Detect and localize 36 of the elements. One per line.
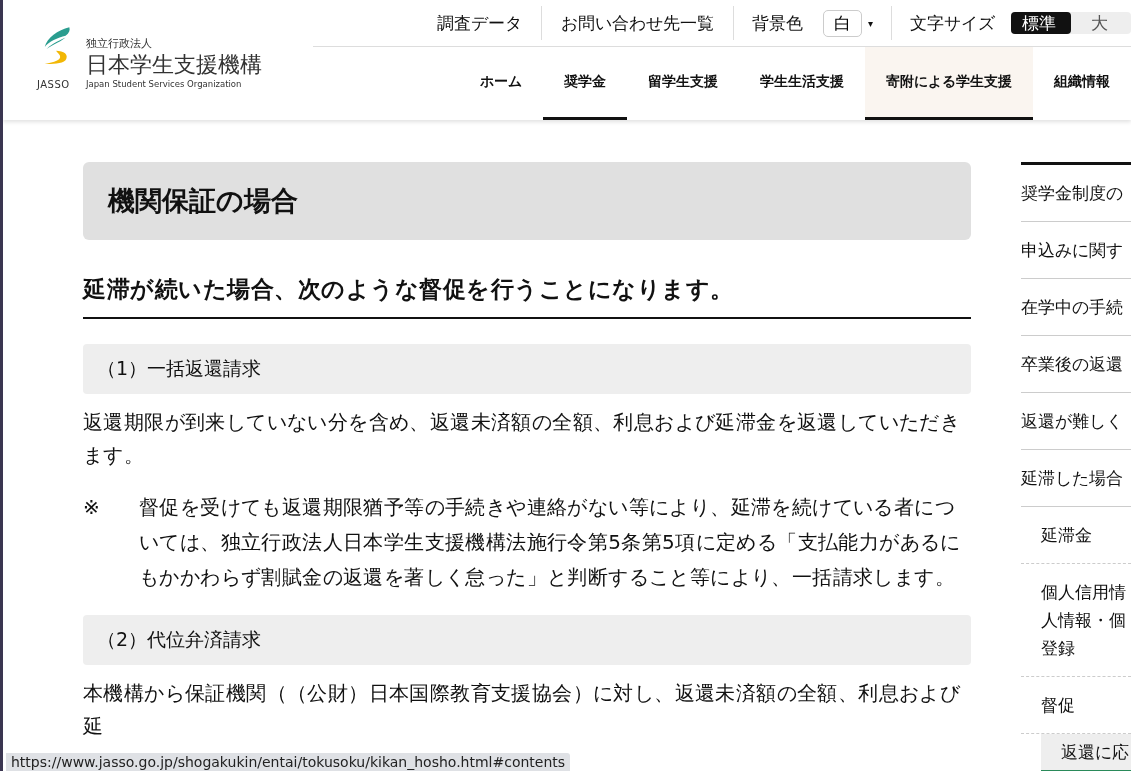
note-text: 督促を受けても返還期限猶予等の手続きや連絡がない等により、延滞を続けている者については、独立行政法人日本学生支援機構法施行令第5条第5項に定める「支払能力があるにもかかわらず割賦金の返還を著しく怠った」と判断すること等により、一括請求します。 [139,494,962,591]
sidebar-link[interactable]: 在学中の手続 [1021,279,1131,336]
nav-tab[interactable]: 奨学金 [543,47,627,120]
sidebar-link[interactable]: 返還が難しく [1021,393,1131,450]
nav-tab[interactable]: 組織情報 [1033,47,1131,120]
nav-tab[interactable]: ホーム [459,47,543,120]
logo-name: 日本学生支援機構 [86,51,262,79]
status-bar: https://www.jasso.go.jp/shogakukin/entai/tokusoku/kikan_hosho.html#contents [6,753,571,771]
sidebar-link[interactable]: 延滞した場合 [1021,450,1131,507]
utility-link[interactable]: 調査データ [417,6,542,40]
logo-org-type: 独立行政法人 [86,36,153,51]
section-heading: 延滞が続いた場合、次のような督促を行うことになります。 [83,274,971,319]
subsection-heading: （2）代位弁済請求 [83,615,971,665]
sidebar-link[interactable]: 卒業後の返還 [1021,336,1131,393]
background-color-label: 背景色 [751,11,803,35]
sidebar-link[interactable]: 延滞金 [1021,507,1131,564]
font-size-option[interactable]: 標準 [1011,12,1071,34]
caret-icon: ▾ [867,17,873,29]
logo-english-name: Japan Student Services Organization [86,79,243,89]
background-color-select[interactable]: 白 [822,9,862,37]
sidebar-link[interactable]: 奨学金制度の [1021,165,1131,222]
paragraph: 返還期限が到来していない分を含め、返還未済額の全額、利息および延滞金を返還していただきます。 [83,409,962,469]
sidebar-link[interactable]: 個人信用情 人情報・個 登録 [1021,564,1131,677]
nav-tab[interactable]: 学生生活支援 [739,47,865,120]
note-mark: ※ [83,494,101,521]
sidebar-link[interactable]: 返還に応 [1041,734,1131,771]
font-size-label: 文字サイズ [910,11,995,35]
font-size-option[interactable]: 大 [1071,12,1131,34]
nav-tab[interactable]: 寄附による学生支援 [865,47,1033,120]
logo-abbreviation: JASSO [37,79,70,90]
paragraph: 本機構から保証機関（（公財）日本国際教育支援協会）に対し、返還未済額の全額、利息および延 [83,680,962,740]
sidebar-link[interactable]: 申込みに関す [1021,222,1131,279]
page-title: 機関保証の場合 [83,162,971,240]
subsection-heading: （1）一括返還請求 [83,344,971,394]
nav-tab[interactable]: 留学生支援 [627,47,739,120]
utility-link[interactable]: お問い合わせ先一覧 [541,6,734,40]
